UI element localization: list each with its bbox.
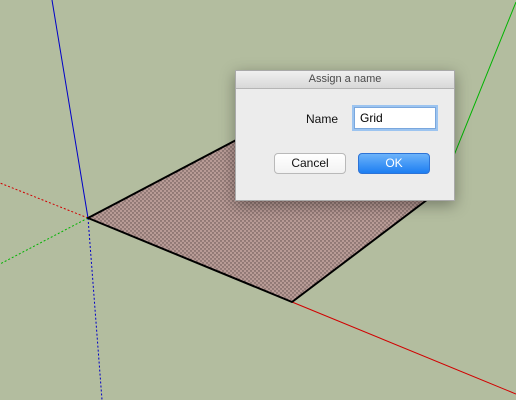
blue-axis: [51, 0, 89, 219]
ok-button[interactable]: OK: [358, 153, 430, 174]
red-axis: [291, 301, 516, 395]
assign-name-dialog: Assign a name Name Cancel OK: [235, 70, 455, 201]
red-axis-dashed: [0, 182, 89, 219]
green-axis-dashed: [0, 217, 89, 265]
cancel-button[interactable]: Cancel: [274, 153, 346, 174]
blue-axis-dashed: [87, 217, 103, 400]
dialog-title: Assign a name: [236, 71, 454, 89]
name-label: Name: [305, 112, 338, 126]
name-input[interactable]: [354, 107, 436, 129]
